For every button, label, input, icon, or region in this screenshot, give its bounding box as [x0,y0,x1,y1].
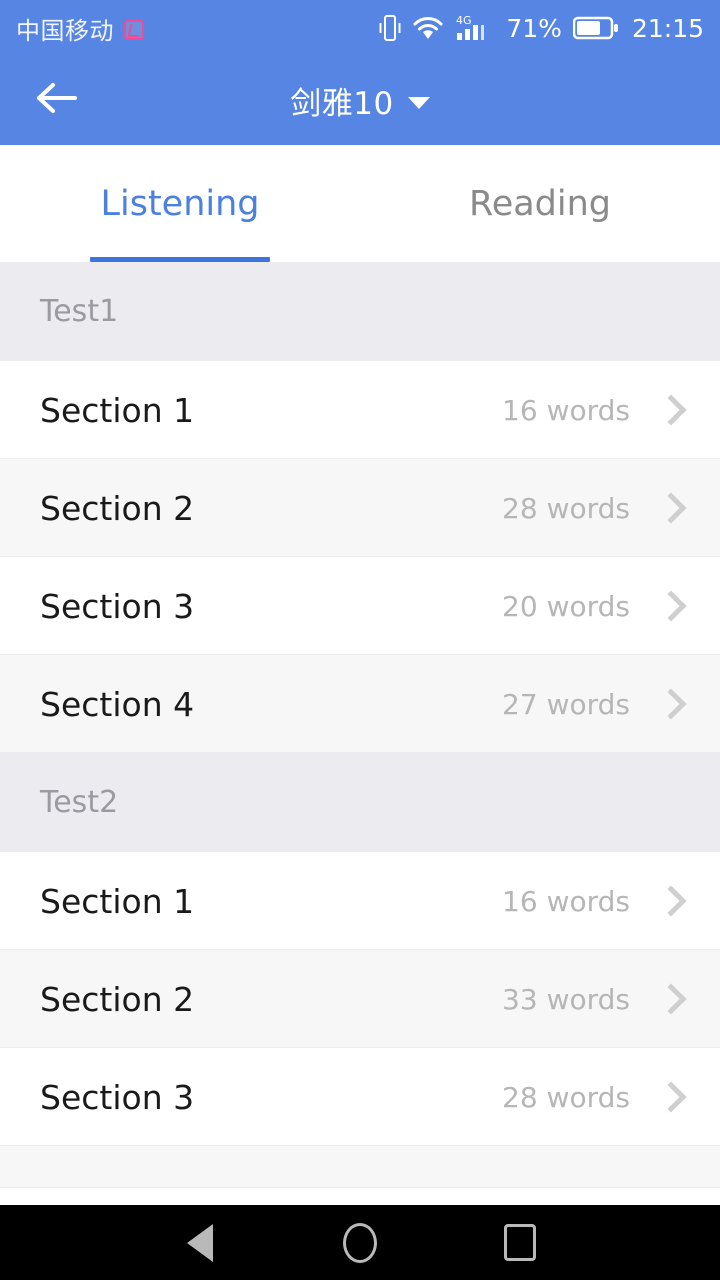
list-item-meta: 27 words [502,688,694,721]
app-bar: 剑雅10 [0,56,720,145]
chevron-right-icon [655,885,687,917]
list-item[interactable]: Section 4 27 words [0,655,720,753]
list-item-title: Section 3 [40,586,195,626]
list-item-title: Section 3 [40,1077,195,1117]
chevron-right-icon [655,983,687,1015]
sim-card-icon [124,20,144,40]
nav-recents-icon [504,1224,536,1261]
tab-active-indicator [90,257,270,262]
back-button[interactable] [30,74,84,128]
nav-home-icon [343,1222,377,1263]
chevron-right-icon [655,1081,687,1113]
app-root: 中国移动 4G 71% 21:15 剑雅10 Listening Reading… [0,0,720,1280]
group-header-label: Test1 [40,294,119,329]
list-item-meta: 28 words [502,1081,694,1114]
carrier-label: 中国移动 [16,16,114,45]
nav-back-button[interactable] [165,1208,235,1278]
wifi-icon [412,15,444,41]
group-header-test1: Test1 [0,262,720,361]
chevron-right-icon [655,492,687,524]
tab-reading-label: Reading [468,183,612,224]
list-item-meta: 33 words [502,983,694,1016]
word-count-label: 16 words [502,884,630,918]
list-item[interactable]: Section 1 16 words [0,361,720,459]
word-count-label: 33 words [502,982,630,1016]
tab-listening[interactable]: Listening [0,145,360,262]
group-header-test2: Test2 [0,753,720,852]
word-count-label: 28 words [502,491,630,525]
clock-label: 21:15 [631,13,704,43]
word-count-label: 27 words [502,687,630,721]
nav-back-icon [187,1223,213,1262]
chevron-right-icon [655,590,687,622]
cellular-signal-icon: 4G [455,13,495,43]
list-item-meta: 28 words [502,492,694,525]
chevron-right-icon [655,394,687,426]
list-item-meta: 16 words [502,394,694,427]
list-item-partial[interactable] [0,1146,720,1188]
nav-home-button[interactable] [325,1208,395,1278]
tab-bar: Listening Reading [0,145,720,262]
section-list[interactable]: Test1 Section 1 16 words Section 2 28 wo… [0,262,720,1205]
list-item-meta: 16 words [502,885,694,918]
page-title: 剑雅10 [290,86,394,122]
tab-listening-label: Listening [100,183,260,224]
svg-text:4G: 4G [456,14,472,27]
title-dropdown-button[interactable]: 剑雅10 [290,78,430,123]
list-item-title: Section 4 [40,684,195,724]
status-bar-right: 4G 71% 21:15 [379,13,704,43]
status-bar: 中国移动 4G 71% 21:15 [0,0,720,56]
word-count-label: 20 words [502,589,630,623]
list-item[interactable]: Section 2 28 words [0,459,720,557]
nav-recents-button[interactable] [485,1208,555,1278]
list-item-title: Section 2 [40,488,195,528]
list-item-meta: 20 words [502,590,694,623]
list-item-title: Section 1 [40,390,195,430]
battery-icon [572,15,619,41]
group-header-label: Test2 [40,785,119,820]
list-item-title: Section 1 [40,881,195,921]
vibrate-icon [379,13,401,43]
android-nav-bar [0,1205,720,1280]
battery-percent-label: 71% [506,13,562,43]
word-count-label: 16 words [502,393,630,427]
tab-reading[interactable]: Reading [360,145,720,262]
word-count-label: 28 words [502,1080,630,1114]
list-item[interactable]: Section 2 33 words [0,950,720,1048]
chevron-right-icon [655,688,687,720]
list-item[interactable]: Section 3 28 words [0,1048,720,1146]
list-item[interactable]: Section 1 16 words [0,852,720,950]
list-item[interactable]: Section 3 20 words [0,557,720,655]
back-arrow-icon [34,79,80,122]
list-item-title: Section 2 [40,979,195,1019]
caret-down-icon [407,96,430,109]
